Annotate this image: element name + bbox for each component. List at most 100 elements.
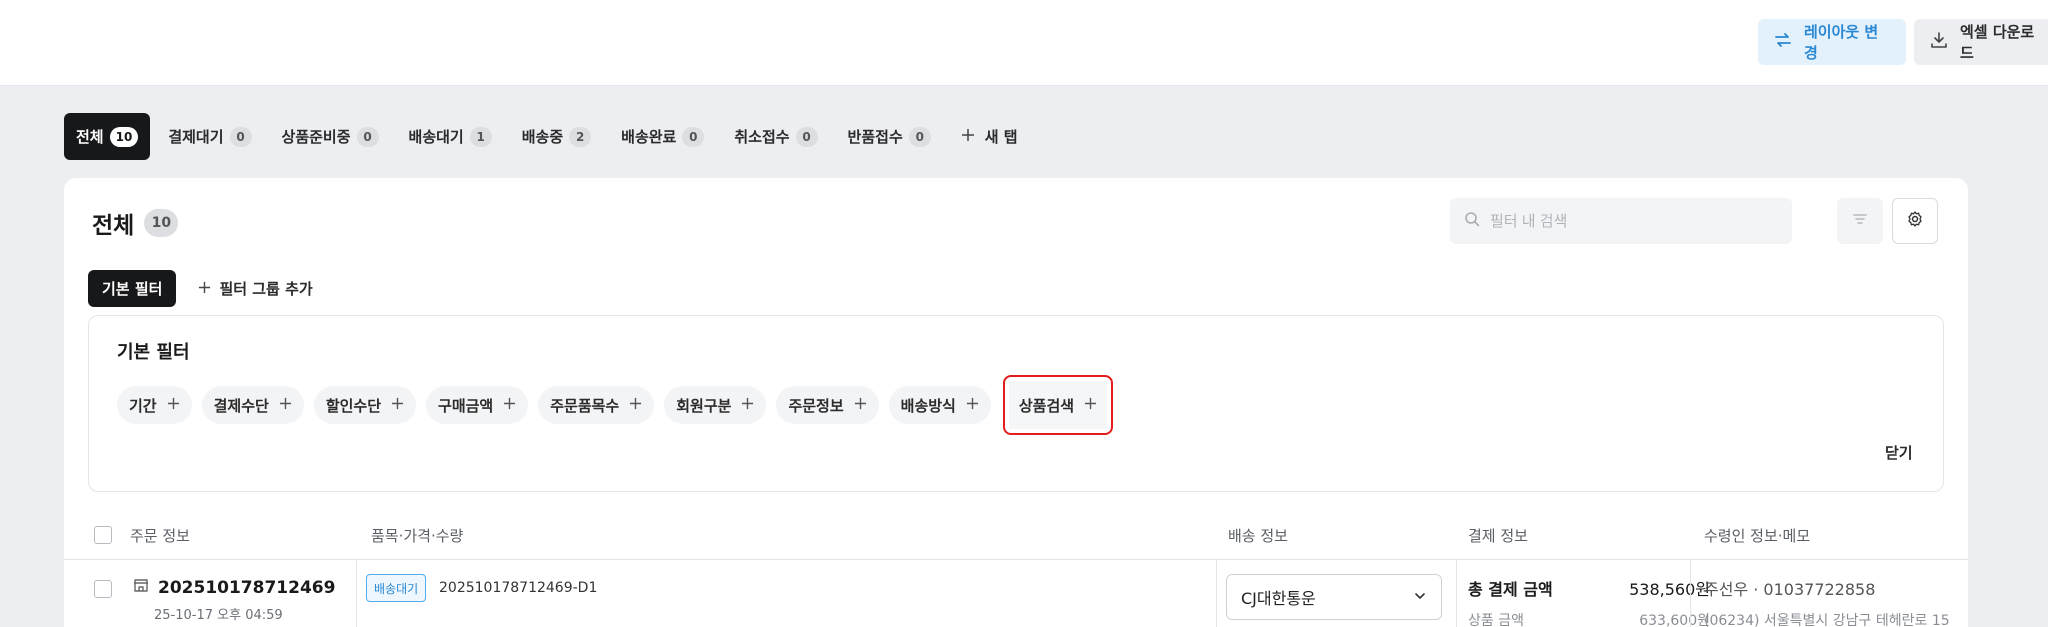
table-row: 202510178712469 25-10-17 오후 04:59 배송대기 2… (64, 560, 1968, 627)
column-divider (1690, 560, 1691, 627)
filter-chip-discount-method[interactable]: 할인수단 (313, 386, 417, 424)
status-badge: 배송대기 (366, 574, 427, 602)
plus-icon (961, 128, 975, 146)
tab-count-badge: 0 (682, 126, 705, 147)
column-divider (1456, 560, 1457, 627)
column-header-order-info: 주문 정보 (130, 527, 190, 545)
page-title: 전체 10 (92, 206, 179, 240)
order-id-cell: 202510178712469 (132, 576, 335, 599)
filter-group-row: 기본 필터 필터 그룹 추가 (88, 270, 313, 307)
tab-return-requests[interactable]: 반품접수 0 (836, 113, 943, 160)
add-filter-group-label: 필터 그룹 추가 (219, 280, 313, 298)
filter-chip-label: 회원구분 (676, 396, 732, 415)
plus-icon (966, 396, 979, 414)
chevron-down-icon (1413, 588, 1427, 607)
sort-filter-button[interactable] (1837, 198, 1883, 244)
tab-label: 취소접수 (734, 128, 790, 146)
column-divider (1216, 560, 1217, 627)
product-amount-label: 상품 금액 (1468, 613, 1524, 627)
filter-chip-product-search[interactable]: 상품검색 (1002, 375, 1114, 435)
total-payment-value: 538,560원 (1629, 580, 1710, 599)
swap-icon (1774, 31, 1792, 53)
excel-download-button[interactable]: 엑셀 다운로드 (1914, 19, 2048, 65)
page-title-count: 10 (144, 209, 179, 237)
tab-count-badge: 10 (109, 126, 139, 147)
plus-icon (741, 396, 754, 414)
recipient-address: (06234) 서울특별시 강남구 테헤란로 15 (1704, 613, 1950, 627)
tab-delivered[interactable]: 배송완료 0 (609, 113, 716, 160)
tab-shipping[interactable]: 배송중 2 (510, 113, 603, 160)
tab-label: 배송완료 (621, 128, 677, 146)
total-payment-label: 총 결제 금액 (1468, 580, 1553, 599)
tab-pending-payment[interactable]: 결제대기 0 (156, 113, 263, 160)
filter-chip-list: 기간 결제수단 할인수단 구매금액 주문품목수 회원구분 주문정보 배송방식 상… (117, 375, 1114, 435)
tab-label: 배송중 (521, 128, 564, 146)
order-id-link[interactable]: 202510178712469 (158, 578, 335, 598)
plus-icon (391, 396, 404, 414)
column-header-items: 품목·가격·수량 (371, 527, 464, 545)
tab-count-badge: 1 (469, 126, 492, 147)
settings-button[interactable] (1892, 198, 1938, 244)
filter-chip-order-info[interactable]: 주문정보 (776, 386, 879, 424)
tab-preparing[interactable]: 상품준비중 0 (270, 113, 391, 160)
tab-count-badge: 0 (795, 126, 818, 147)
plus-icon (167, 396, 180, 414)
gear-icon (1906, 210, 1924, 232)
tab-count-badge: 2 (569, 126, 592, 147)
tab-label: 배송대기 (408, 128, 464, 146)
filter-chip-member-type[interactable]: 회원구분 (664, 386, 767, 424)
tab-count-badge: 0 (229, 126, 252, 147)
row-checkbox[interactable] (94, 580, 112, 598)
sub-order-id: 202510178712469-D1 (439, 580, 598, 596)
plus-icon (503, 396, 516, 414)
plus-icon (854, 396, 867, 414)
filter-chip-label: 기간 (129, 396, 157, 415)
plus-icon (198, 280, 211, 298)
filter-chip-item-count[interactable]: 주문품목수 (538, 386, 655, 424)
tab-label: 반품접수 (847, 128, 903, 146)
filter-chip-label: 할인수단 (325, 396, 382, 415)
recipient-info: 주선우 · 01037722858 (1704, 580, 1876, 599)
column-header-payment: 결제 정보 (1468, 527, 1528, 545)
tab-awaiting-shipment[interactable]: 배송대기 1 (397, 113, 504, 160)
filter-chip-label: 상품검색 (1018, 396, 1075, 415)
basic-filter-panel: 기본 필터 기간 결제수단 할인수단 구매금액 주문품목수 회원구분 주문정보 … (88, 315, 1944, 492)
download-icon (1930, 31, 1948, 53)
tab-count-badge: 0 (356, 126, 379, 147)
search-icon (1464, 211, 1480, 231)
carrier-select-value: CJ대한통운 (1241, 589, 1316, 608)
excel-download-label: 엑셀 다운로드 (1960, 23, 2035, 62)
select-all-checkbox[interactable] (94, 526, 112, 544)
store-icon (132, 576, 150, 599)
filter-chip-payment-method[interactable]: 결제수단 (201, 386, 304, 424)
table-header: 주문 정보 품목·가격·수량 배송 정보 결제 정보 수령인 정보·메모 (64, 510, 1968, 560)
product-amount-value: 633,600원 (1639, 613, 1710, 627)
top-bar: 레이아웃 변경 엑셀 다운로드 (0, 0, 2048, 86)
layout-change-label: 레이아웃 변경 (1804, 23, 1879, 62)
plus-icon (279, 396, 292, 414)
filter-chip-label: 주문품목수 (550, 396, 620, 415)
filter-chip-label: 배송방식 (900, 396, 956, 415)
close-filter-button[interactable]: 닫기 (1885, 442, 1913, 463)
column-header-shipping: 배송 정보 (1228, 527, 1288, 545)
column-divider (356, 560, 357, 627)
orders-panel: 전체 10 기본 필터 필터 그룹 추가 기본 필터 기간 결제수단 할 (64, 178, 1968, 627)
plus-icon (629, 396, 642, 414)
tab-cancel-requests[interactable]: 취소접수 0 (722, 113, 829, 160)
tab-all[interactable]: 전체 10 (64, 113, 151, 160)
filter-chip-period[interactable]: 기간 (117, 386, 192, 424)
filter-chip-label: 결제수단 (213, 396, 269, 415)
tab-label: 전체 (76, 128, 104, 146)
filter-chip-purchase-amount[interactable]: 구매금액 (426, 386, 529, 424)
carrier-select[interactable]: CJ대한통운 (1226, 574, 1442, 620)
order-date: 25-10-17 오후 04:59 (154, 608, 283, 623)
filter-chip-shipping-method[interactable]: 배송방식 (888, 386, 991, 424)
filter-panel-title: 기본 필터 (117, 342, 190, 363)
basic-filter-group-chip[interactable]: 기본 필터 (88, 270, 177, 307)
new-tab-button[interactable]: 새 탭 (949, 113, 1030, 160)
filter-search-input[interactable] (1490, 212, 1770, 230)
layout-change-button[interactable]: 레이아웃 변경 (1758, 19, 1906, 65)
column-header-recipient: 수령인 정보·메모 (1704, 527, 1811, 545)
tab-count-badge: 0 (908, 126, 931, 147)
add-filter-group-button[interactable]: 필터 그룹 추가 (198, 278, 313, 299)
